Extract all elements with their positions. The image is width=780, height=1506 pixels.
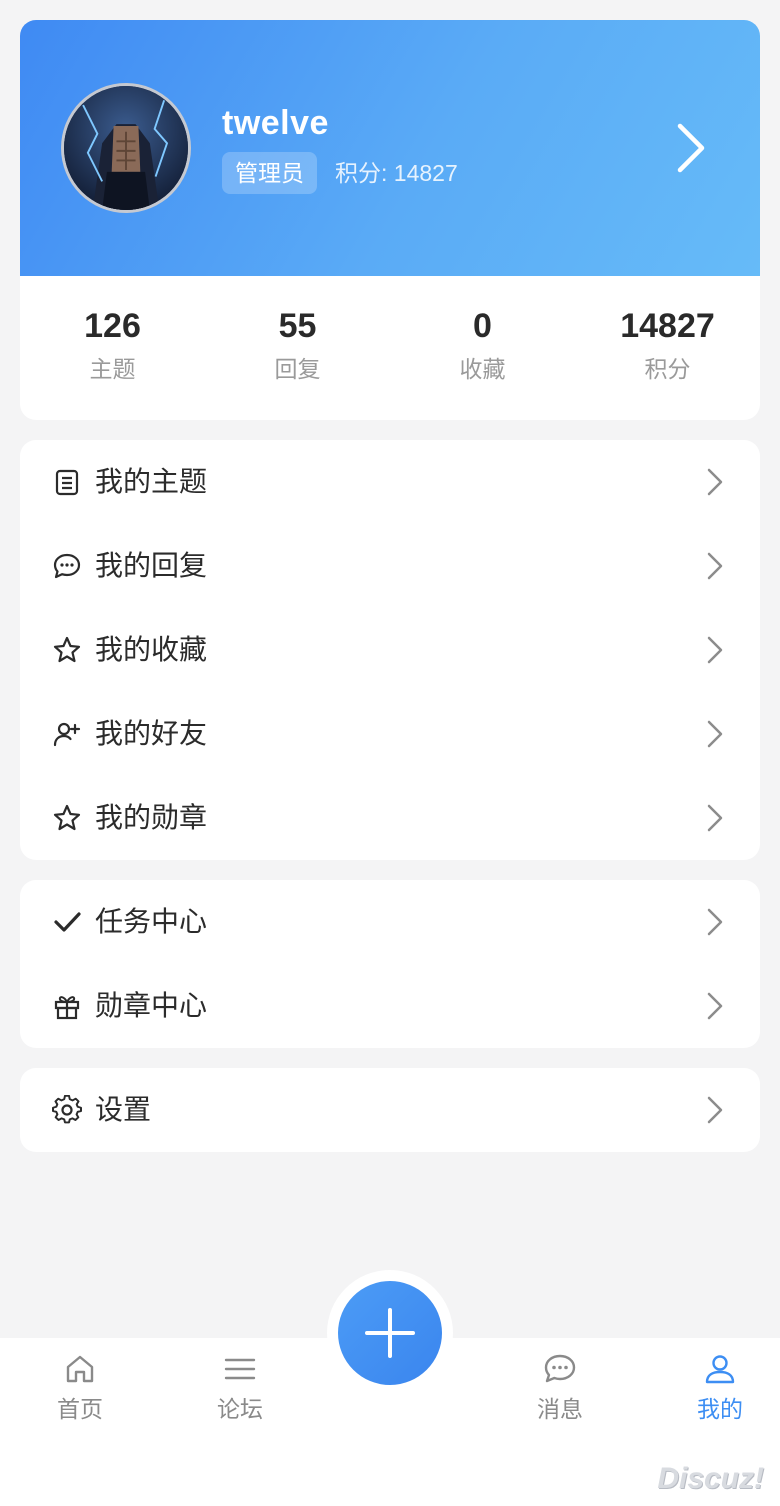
menu-item-my-replies[interactable]: 我的回复: [20, 524, 760, 608]
menu-label: 勋章中心: [95, 990, 208, 1021]
points-text: 积分: 14827: [335, 160, 458, 186]
menu-icon: [224, 1358, 256, 1380]
stat-points[interactable]: 14827 积分: [575, 276, 760, 420]
tab-messages[interactable]: 消息: [500, 1352, 620, 1424]
chevron-right-icon: [707, 908, 723, 936]
chevron-right-icon: [707, 804, 723, 832]
gear-icon: [52, 1095, 82, 1124]
stat-value: 55: [278, 307, 317, 345]
tab-label: 我的: [697, 1396, 743, 1422]
home-icon: [66, 1355, 94, 1383]
new-post-button[interactable]: [338, 1281, 442, 1385]
profile-card: twelve 管理员 积分: 14827 126 主题 55 回复 0 收藏 1…: [20, 20, 760, 420]
menu-item-my-medals[interactable]: 我的勋章: [20, 776, 760, 860]
check-icon: [54, 912, 81, 932]
chevron-right-icon: [707, 636, 723, 664]
tab-label: 消息: [537, 1396, 583, 1422]
stat-value: 14827: [620, 307, 715, 345]
menu-label: 我的好友: [95, 718, 208, 749]
stat-label: 积分: [644, 356, 691, 382]
menu-item-medal-center[interactable]: 勋章中心: [20, 964, 760, 1048]
avatar-image: [64, 86, 188, 210]
stat-replies[interactable]: 55 回复: [205, 276, 390, 420]
chevron-right-icon: [707, 552, 723, 580]
chevron-right-icon: [707, 720, 723, 748]
menu-label: 我的主题: [95, 466, 208, 497]
star-icon: [53, 636, 81, 663]
menu-item-my-friends[interactable]: 我的好友: [20, 692, 760, 776]
star-icon: [53, 804, 81, 831]
plus-icon: [365, 1308, 415, 1358]
profile-header[interactable]: twelve 管理员 积分: 14827: [20, 20, 760, 276]
chevron-right-icon[interactable]: [670, 120, 710, 176]
menu-group-settings: 设置: [20, 1068, 760, 1152]
menu-item-settings[interactable]: 设置: [20, 1068, 760, 1152]
stat-topics[interactable]: 126 主题: [20, 276, 205, 420]
avatar[interactable]: [61, 83, 191, 213]
tab-label: 论坛: [217, 1396, 263, 1422]
stat-label: 收藏: [459, 356, 506, 382]
chat-bubble-icon: [53, 553, 81, 579]
chevron-right-icon: [707, 468, 723, 496]
role-badge: 管理员: [222, 152, 317, 194]
menu-item-my-topics[interactable]: 我的主题: [20, 440, 760, 524]
menu-label: 我的勋章: [95, 802, 208, 833]
user-icon: [705, 1355, 735, 1384]
profile-page: twelve 管理员 积分: 14827 126 主题 55 回复 0 收藏 1…: [0, 0, 780, 1506]
tab-mine[interactable]: 我的: [660, 1352, 780, 1424]
stat-favorites[interactable]: 0 收藏: [390, 276, 575, 420]
menu-label: 我的收藏: [95, 634, 208, 665]
menu-label: 任务中心: [95, 906, 208, 937]
watermark-logo: Discuz!: [657, 1462, 764, 1495]
menu-group-mine: 我的主题 我的回复 我的收藏 我的好友 我的勋章: [20, 440, 760, 860]
menu-item-task-center[interactable]: 任务中心: [20, 880, 760, 964]
menu-item-my-favorites[interactable]: 我的收藏: [20, 608, 760, 692]
document-icon: [55, 469, 79, 496]
tab-forum[interactable]: 论坛: [180, 1352, 300, 1424]
gift-icon: [54, 996, 80, 1020]
menu-label: 设置: [95, 1094, 152, 1125]
username: twelve: [222, 104, 329, 142]
stat-value: 126: [84, 307, 141, 345]
stat-label: 回复: [274, 356, 321, 382]
tab-home[interactable]: 首页: [20, 1352, 140, 1424]
tab-label: 首页: [57, 1396, 103, 1422]
add-friend-icon: [53, 722, 81, 747]
chevron-right-icon: [707, 1096, 723, 1124]
stats-row: 126 主题 55 回复 0 收藏 14827 积分: [20, 276, 760, 420]
stat-value: 0: [473, 307, 492, 345]
menu-group-centers: 任务中心 勋章中心: [20, 880, 760, 1048]
chevron-right-icon: [707, 992, 723, 1020]
menu-label: 我的回复: [95, 550, 208, 581]
stat-label: 主题: [89, 356, 136, 382]
message-icon: [544, 1354, 576, 1383]
